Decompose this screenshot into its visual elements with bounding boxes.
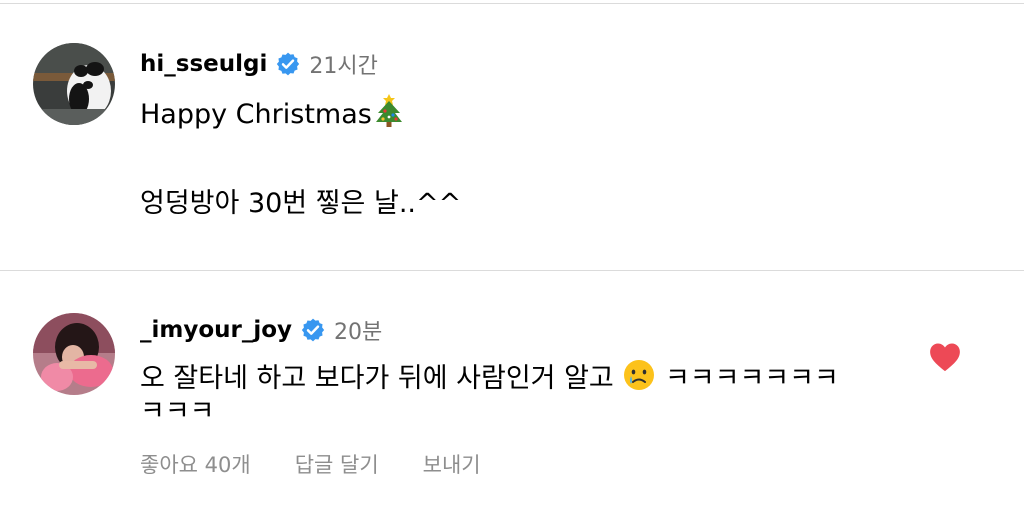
panda-avatar-icon bbox=[33, 43, 115, 125]
comment-text-start: 오 잘타네 하고 보다가 뒤에 사람인거 알고 bbox=[140, 363, 623, 394]
timestamp: 20분 bbox=[334, 320, 383, 345]
send-button[interactable]: 보내기 bbox=[423, 449, 481, 479]
verified-badge-icon bbox=[301, 318, 325, 342]
avatar-hi-sseulgi[interactable] bbox=[33, 43, 115, 125]
comment-text-line-1: Happy Christmas bbox=[140, 92, 406, 138]
comment-text: Happy Christmas bbox=[140, 99, 372, 130]
reply-button[interactable]: 답글 달기 bbox=[295, 449, 379, 479]
christmas-tree-icon bbox=[372, 92, 406, 138]
top-divider bbox=[0, 3, 1024, 4]
comment-divider bbox=[0, 270, 1024, 271]
username[interactable]: _imyour_joy bbox=[140, 317, 292, 343]
comment-text-line-2: 엉덩방아 30번 찧은 날..^^ bbox=[140, 188, 462, 219]
profile-photo-icon bbox=[33, 313, 115, 395]
comment-text-line-1: 오 잘타네 하고 보다가 뒤에 사람인거 알고 ㅋㅋㅋㅋㅋㅋㅋ bbox=[140, 358, 839, 402]
heart-icon[interactable] bbox=[928, 341, 962, 373]
username[interactable]: hi_sseulgi bbox=[140, 51, 267, 77]
timestamp: 21시간 bbox=[309, 54, 378, 79]
likes-count[interactable]: 좋아요 40개 bbox=[140, 449, 251, 479]
avatar-imyour-joy[interactable] bbox=[33, 313, 115, 395]
comment-actions: 좋아요 40개 답글 달기 보내기 bbox=[140, 447, 525, 481]
crying-face-icon bbox=[622, 358, 656, 402]
comment-text-end: ㅋㅋㅋㅋㅋㅋㅋ bbox=[656, 363, 839, 394]
verified-badge-icon bbox=[277, 52, 300, 76]
comment-text-line-2: ㅋㅋㅋ bbox=[140, 396, 215, 427]
